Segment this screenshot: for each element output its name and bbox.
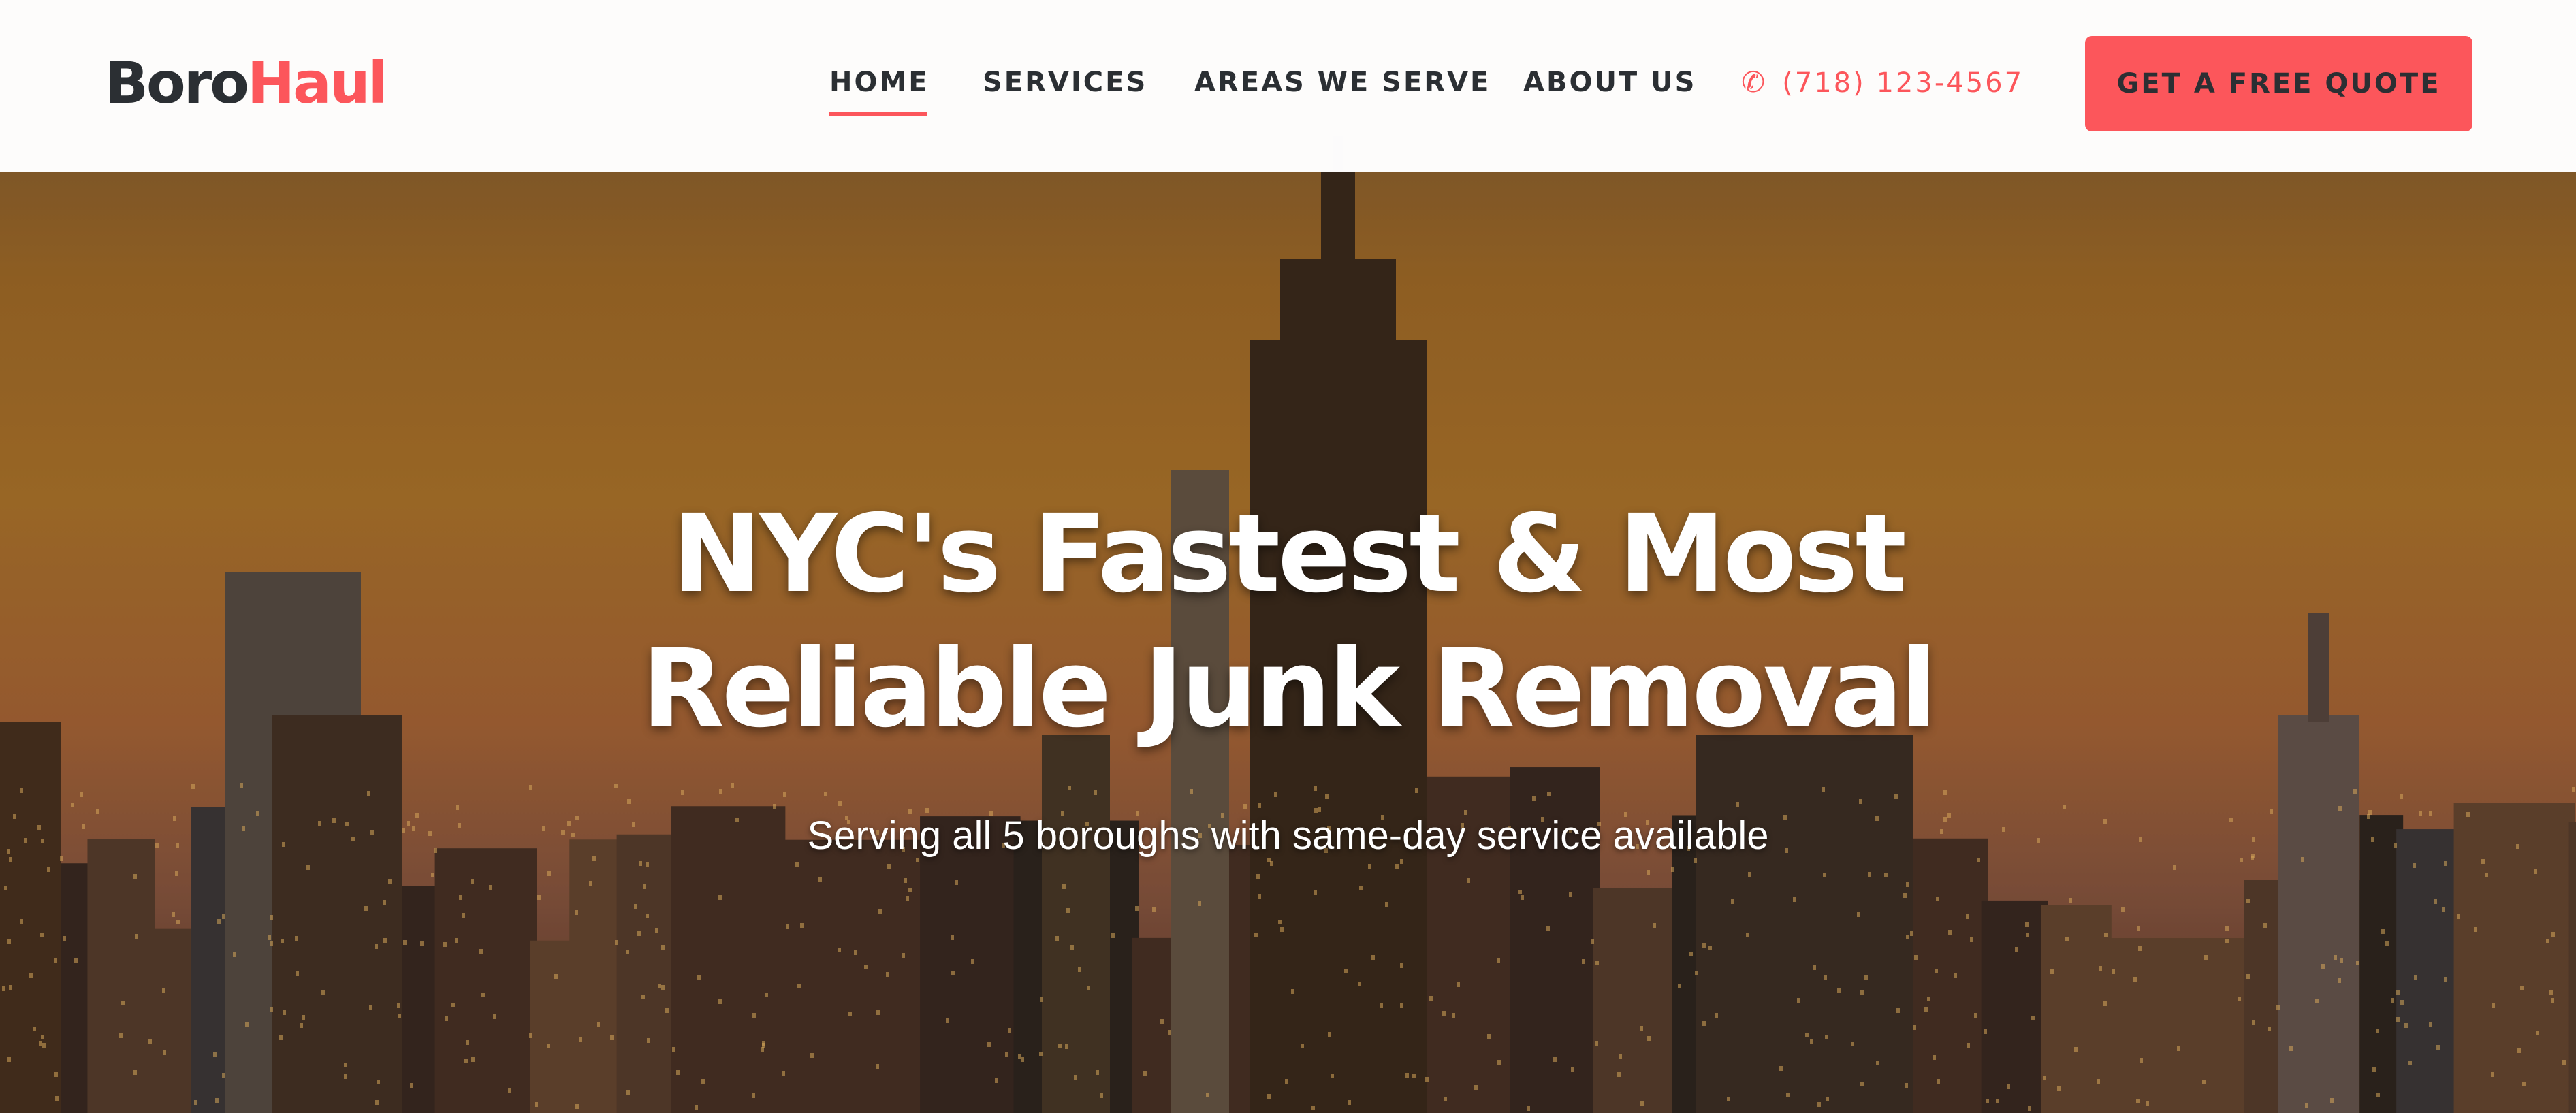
site-header: BoroHaul HOME SERVICES AREAS WE SERVE AB… xyxy=(0,0,2576,172)
nav-services[interactable]: SERVICES xyxy=(983,65,1147,100)
hero-title-line1: NYC's Fastest & Most xyxy=(671,491,1907,617)
nav-home[interactable]: HOME xyxy=(829,65,929,116)
hero-title-line2: Reliable Junk Removal xyxy=(641,626,1937,752)
get-free-quote-button[interactable]: GET A FREE QUOTE xyxy=(2085,36,2472,131)
logo[interactable]: BoroHaul xyxy=(105,49,388,117)
nav-about-us[interactable]: ABOUT US xyxy=(1523,65,1696,100)
hero-subtitle: Serving all 5 boroughs with same-day ser… xyxy=(807,813,1769,858)
hero-title: NYC's Fastest & Most Reliable Junk Remov… xyxy=(0,487,2576,756)
phone-icon: ✆ xyxy=(1741,65,1768,99)
nav-areas-we-serve[interactable]: AREAS WE SERVE xyxy=(1194,65,1491,100)
logo-part2: Haul xyxy=(247,50,388,116)
phone-link[interactable]: ✆ (718) 123-4567 xyxy=(1741,65,2024,101)
phone-number: (718) 123-4567 xyxy=(1782,67,2024,99)
logo-part1: Boro xyxy=(105,50,249,116)
